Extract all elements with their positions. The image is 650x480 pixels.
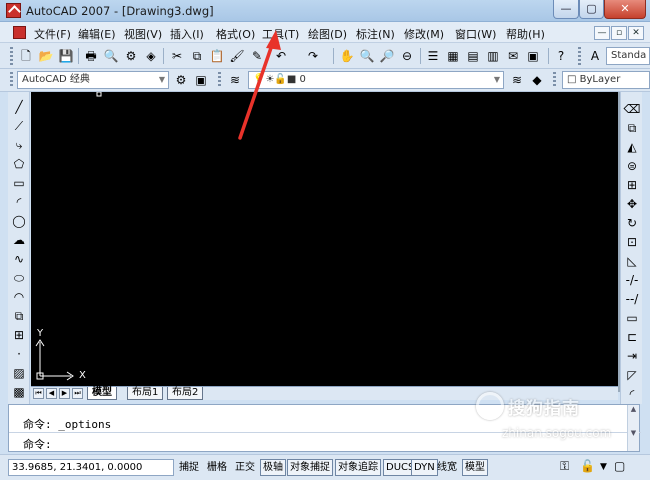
annotation-arrow (238, 30, 281, 140)
